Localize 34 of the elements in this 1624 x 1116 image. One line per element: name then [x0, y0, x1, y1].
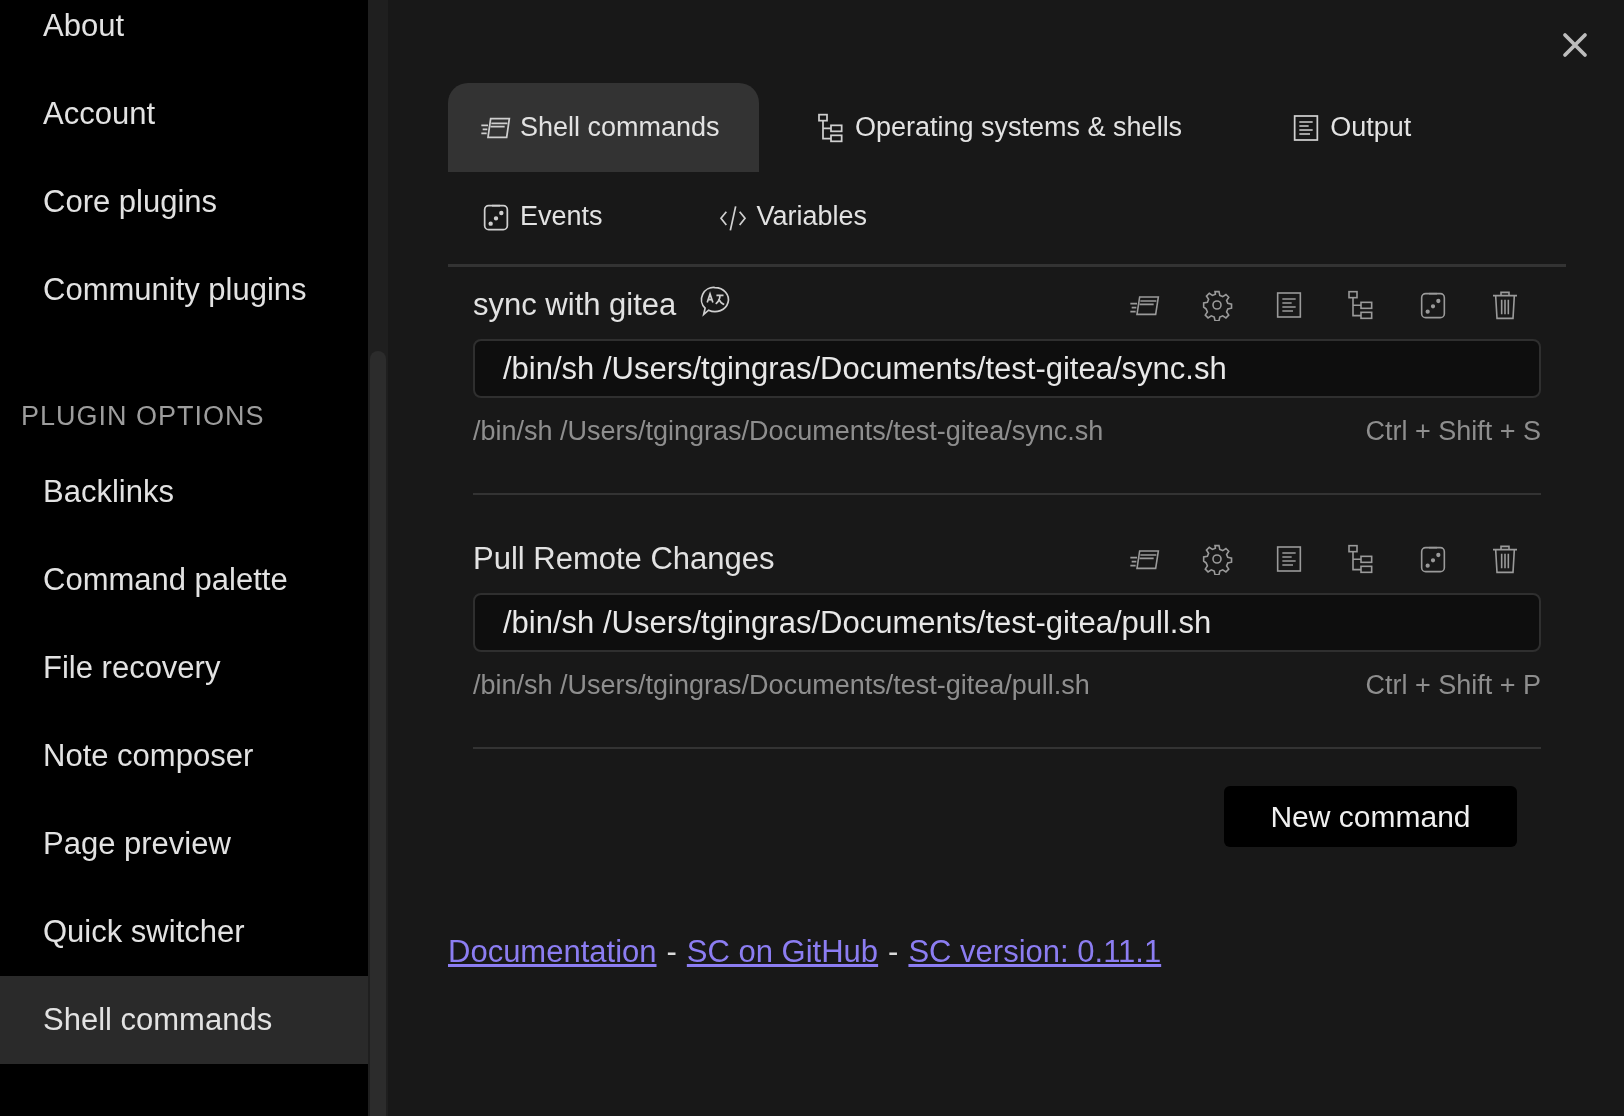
tab[interactable]: Shell commands: [448, 83, 759, 172]
sidebar-item[interactable]: Command palette: [0, 536, 368, 624]
command-name: sync with gitea: [473, 287, 677, 323]
settings-icon[interactable]: [1201, 289, 1233, 321]
tab[interactable]: Output: [1258, 83, 1444, 172]
sidebar-item[interactable]: About: [0, 0, 368, 70]
sidebar-item[interactable]: Quick switcher: [0, 888, 368, 976]
separator-text: -: [888, 934, 899, 970]
command-name: Pull Remote Changes: [473, 541, 775, 577]
footer-link[interactable]: SC on GitHub: [686, 934, 879, 970]
command-field[interactable]: /bin/sh /Users/tgingras/Documents/test-gitea/sync.sh: [473, 339, 1541, 398]
sidebar-item[interactable]: Shell commands: [0, 976, 368, 1064]
hotkey-label: Ctrl + Shift + P: [1365, 670, 1541, 701]
sidebar-item[interactable]: Community plugins: [0, 246, 368, 334]
footer-link[interactable]: Documentation: [448, 934, 657, 970]
section-heading: PLUGIN OPTIONS: [20, 400, 266, 433]
tab[interactable]: Operating systems & shells: [783, 83, 1215, 172]
footer-link[interactable]: SC version: 0.11.1: [908, 934, 1162, 970]
command-preview: /bin/sh /Users/tgingras/Documents/test-gitea/pull.sh: [473, 670, 1090, 701]
tab[interactable]: Events: [448, 172, 635, 261]
hotkey-label: Ctrl + Shift + S: [1365, 416, 1541, 447]
settings-icon[interactable]: [1201, 543, 1233, 575]
new-command-button[interactable]: New command: [1224, 786, 1517, 847]
sidebar-item[interactable]: Account: [0, 70, 368, 158]
separator-text: -: [666, 934, 677, 970]
sidebar-item[interactable]: Note composer: [0, 712, 368, 800]
command-field[interactable]: /bin/sh /Users/tgingras/Documents/test-gitea/pull.sh: [473, 593, 1541, 652]
command-preview: /bin/sh /Users/tgingras/Documents/test-gitea/sync.sh: [473, 416, 1104, 447]
close-icon[interactable]: [1560, 30, 1590, 60]
sidebar-item[interactable]: Page preview: [0, 800, 368, 888]
sidebar-item[interactable]: Backlinks: [0, 448, 368, 536]
tab[interactable]: Variables: [684, 172, 900, 261]
sidebar-item[interactable]: File recovery: [0, 624, 368, 712]
sidebar-item[interactable]: Core plugins: [0, 158, 368, 246]
